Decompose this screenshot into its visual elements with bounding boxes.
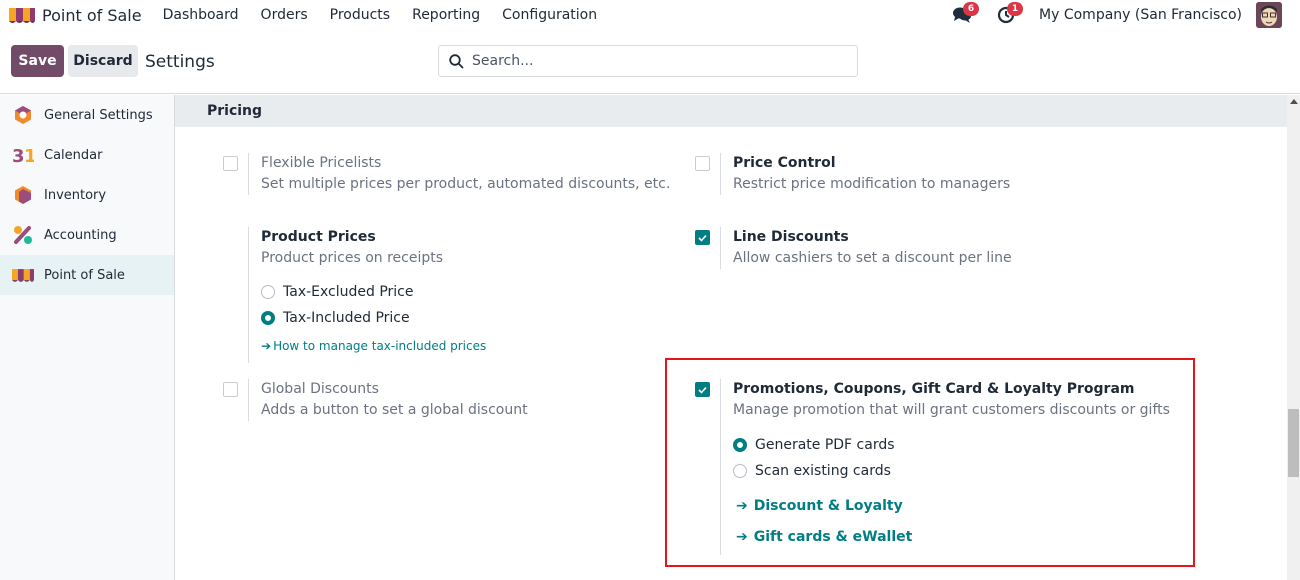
svg-text:3: 3 [12,146,25,165]
menu-dashboard[interactable]: Dashboard [163,7,239,23]
setting-description: Set multiple prices per product, automat… [261,176,671,192]
point-of-sale-icon [12,264,34,286]
check-icon [698,386,707,394]
arrow-right-icon: ➔ [261,339,272,353]
sidebar-item-calendar[interactable]: 3 1 Calendar [0,135,174,175]
setting-description: Adds a button to set a global discount [261,402,528,418]
promotions-checkbox[interactable] [695,382,710,397]
link-text: Discount & Loyalty [753,498,903,514]
radio-button[interactable] [733,464,747,478]
scrollbar[interactable] [1287,95,1300,580]
setting-title: Flexible Pricelists [261,155,382,171]
search-icon [449,53,464,68]
menu-orders[interactable]: Orders [261,7,308,23]
settings-main: Pricing Flexible Pricelists Set multiple… [175,95,1287,580]
sidebar-item-inventory[interactable]: Inventory [0,175,174,215]
setting-title: Promotions, Coupons, Gift Card & Loyalty… [733,381,1135,397]
discard-button[interactable]: Discard [68,45,138,77]
menu-reporting[interactable]: Reporting [412,7,480,23]
top-navbar: Point of Sale Dashboard Orders Products … [0,0,1300,30]
sidebar-label: Calendar [44,147,103,163]
radio-label: Scan existing cards [755,463,891,479]
activities-badge: 1 [1007,2,1024,16]
app-name: Point of Sale [42,5,142,25]
setting-title: Price Control [733,155,836,171]
sidebar-item-point-of-sale[interactable]: Point of Sale [0,255,174,295]
menu-configuration[interactable]: Configuration [502,7,597,23]
link-text: Gift cards & eWallet [753,529,913,545]
radio-tax-included[interactable]: Tax-Included Price [261,305,486,331]
price-control-checkbox[interactable] [695,156,710,171]
radio-label: Generate PDF cards [755,437,895,453]
sidebar-label: General Settings [44,107,153,123]
line-discounts-checkbox[interactable] [695,230,710,245]
scroll-up-arrow-icon[interactable] [1290,99,1298,104]
app-brand[interactable]: Point of Sale [9,6,142,25]
menu-products[interactable]: Products [330,7,390,23]
setting-title: Line Discounts [733,229,849,245]
setting-title: Product Prices [261,229,376,245]
company-switcher[interactable]: My Company (San Francisco) [1039,7,1242,23]
svg-text:1: 1 [24,146,34,165]
save-button[interactable]: Save [11,45,64,77]
setting-description: Allow cashiers to set a discount per lin… [733,250,1012,266]
point-of-sale-icon [9,8,35,23]
global-discounts-checkbox[interactable] [223,382,238,397]
page-title: Settings [145,52,215,72]
radio-tax-excluded[interactable]: Tax-Excluded Price [261,279,486,305]
messages-badge: 6 [963,2,980,16]
scrollbar-thumb[interactable] [1288,409,1299,477]
check-icon [698,234,707,242]
radio-button[interactable] [733,438,747,452]
setting-title: Global Discounts [261,381,379,397]
setting-description: Product prices on receipts [261,250,444,266]
avatar-face-icon [1256,2,1282,28]
control-panel: Save Discard Settings [0,30,1300,94]
radio-generate-pdf-cards[interactable]: Generate PDF cards [733,432,1170,458]
flexible-pricelists-checkbox[interactable] [223,156,238,171]
settings-sidebar: General Settings 3 1 Calendar Inventory [0,95,175,580]
sidebar-label: Point of Sale [44,267,125,283]
sidebar-label: Accounting [44,227,117,243]
radio-label: Tax-Included Price [283,310,410,326]
setting-description: Restrict price modification to managers [733,176,1011,192]
link-text: How to manage tax-included prices [273,339,487,353]
setting-description: Manage promotion that will grant custome… [733,402,1170,418]
section-title: Pricing [175,95,1287,127]
systray: 6 1 My Company (San Francisco) [951,0,1282,30]
arrow-right-icon: ➔ [736,529,748,545]
radio-button[interactable] [261,285,275,299]
search-input[interactable] [472,53,852,69]
messages-button[interactable]: 6 [951,2,980,26]
calendar-icon: 3 1 [12,144,34,166]
arrow-right-icon: ➔ [736,498,748,514]
gift-cards-ewallet-link[interactable]: ➔ Gift cards & eWallet [736,529,912,545]
user-avatar[interactable] [1256,2,1282,28]
main-menu: Dashboard Orders Products Reporting Conf… [163,7,620,23]
inventory-icon [12,184,34,206]
sidebar-item-accounting[interactable]: Accounting [0,215,174,255]
activities-button[interactable]: 1 [995,2,1024,26]
search-box[interactable] [438,45,858,77]
radio-scan-existing-cards[interactable]: Scan existing cards [733,458,1170,484]
tax-included-help-link[interactable]: ➔ How to manage tax-included prices [261,339,486,353]
discount-loyalty-link[interactable]: ➔ Discount & Loyalty [736,498,903,514]
radio-button[interactable] [261,311,275,325]
sidebar-item-general-settings[interactable]: General Settings [0,95,174,135]
radio-label: Tax-Excluded Price [283,284,414,300]
sidebar-label: Inventory [44,187,107,203]
accounting-icon [12,224,34,246]
general-settings-icon [12,104,34,126]
